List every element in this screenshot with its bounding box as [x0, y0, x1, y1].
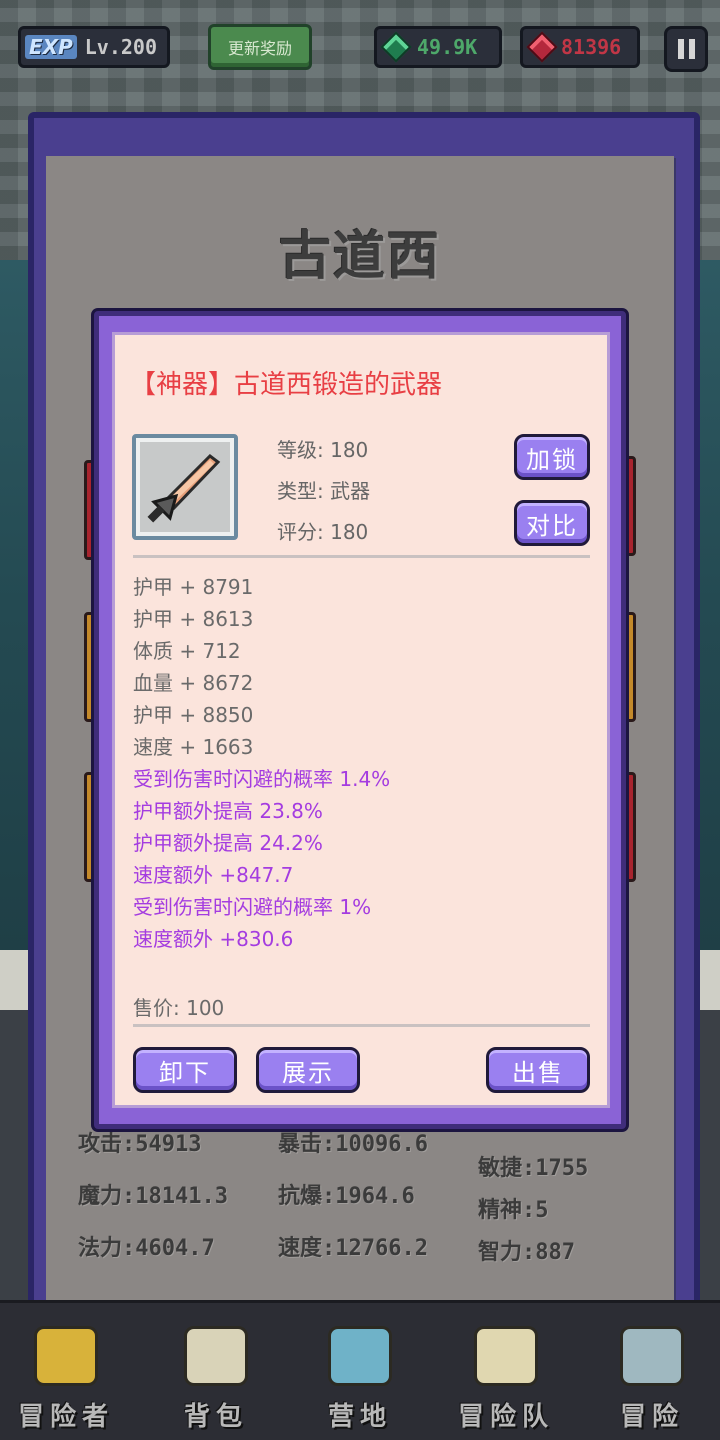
camp-banner-icon — [328, 1326, 392, 1386]
book-icon — [474, 1326, 538, 1386]
stat-agility: 敏捷:1755 — [478, 1156, 589, 1181]
base-attr: 护甲 + 8613 — [133, 607, 254, 631]
stat-spirit: 精神:5 — [478, 1198, 549, 1223]
item-icon-frame — [132, 434, 238, 540]
stat-attack: 攻击:54913 — [78, 1132, 202, 1157]
nav-adventure[interactable]: 冒险 — [592, 1326, 712, 1436]
stat-speed: 速度:12766.2 — [278, 1236, 428, 1261]
stat-intelligence: 智力:887 — [478, 1240, 575, 1265]
nav-adventurer[interactable]: 冒险者 — [6, 1326, 126, 1436]
stat-crit-resist: 抗爆:1964.6 — [278, 1184, 415, 1209]
unequip-button[interactable]: 卸下 — [133, 1047, 237, 1093]
extra-attr: 受到伤害时闪避的概率 1.4% — [133, 767, 391, 791]
stat-mana: 法力:4604.7 — [78, 1236, 215, 1261]
sell-price: 售价: 100 — [133, 996, 225, 1020]
extra-attr: 速度额外 +830.6 — [133, 927, 294, 951]
gem-amount: 49.9K — [417, 35, 478, 59]
extra-attr: 速度额外 +847.7 — [133, 863, 294, 887]
item-title: 【神器】古道西锻造的武器 — [130, 370, 443, 400]
compare-button[interactable]: 对比 — [514, 500, 590, 546]
nav-team[interactable]: 冒险队 — [446, 1326, 566, 1436]
nav-camp[interactable]: 营地 — [300, 1326, 420, 1436]
base-attr: 血量 + 8672 — [133, 671, 254, 695]
nav-label: 营地 — [327, 1402, 392, 1432]
level-badge: EXP Lv.200 — [18, 26, 170, 68]
nav-label: 冒险者 — [17, 1402, 114, 1432]
extra-attr: 受到伤害时闪避的概率 1% — [133, 895, 372, 919]
nav-label: 背包 — [183, 1402, 248, 1432]
ruby-icon — [526, 31, 558, 63]
base-attr: 护甲 + 8791 — [133, 575, 254, 599]
emerald-icon — [380, 31, 412, 63]
stat-magic: 魔力:18141.3 — [78, 1184, 228, 1209]
sell-button[interactable]: 出售 — [486, 1047, 590, 1093]
gem-counter: 49.9K — [374, 26, 502, 68]
update-reward-button[interactable]: 更新奖励 — [208, 24, 312, 70]
item-level: 等级: 180 — [277, 438, 369, 462]
extra-attr: 护甲额外提高 23.8% — [133, 799, 323, 823]
item-score: 评分: 180 — [277, 520, 369, 544]
nav-label: 冒险 — [619, 1402, 684, 1432]
extra-attr: 护甲额外提高 24.2% — [133, 831, 323, 855]
nav-label: 冒险队 — [457, 1402, 554, 1432]
backpack-icon — [184, 1326, 248, 1386]
pause-icon — [677, 39, 684, 59]
divider — [133, 555, 590, 558]
exp-icon: EXP — [25, 35, 77, 59]
character-name: 古道西 — [278, 227, 441, 287]
helmet-icon — [34, 1326, 98, 1386]
item-type: 类型: 武器 — [277, 479, 371, 503]
sword-icon — [147, 454, 221, 523]
ruby-amount: 81396 — [561, 35, 622, 59]
player-level: Lv.200 — [84, 35, 157, 59]
sword-icon — [620, 1326, 684, 1386]
nav-backpack[interactable]: 背包 — [156, 1326, 276, 1436]
pause-button[interactable] — [664, 26, 708, 72]
base-attr: 体质 + 712 — [133, 639, 241, 663]
base-attr: 护甲 + 8850 — [133, 703, 254, 727]
ruby-counter: 81396 — [520, 26, 640, 68]
stat-crit: 暴击:10096.6 — [278, 1132, 428, 1157]
show-button[interactable]: 展示 — [256, 1047, 360, 1093]
base-attr: 速度 + 1663 — [133, 735, 254, 759]
divider — [133, 1024, 590, 1027]
lock-button[interactable]: 加锁 — [514, 434, 590, 480]
